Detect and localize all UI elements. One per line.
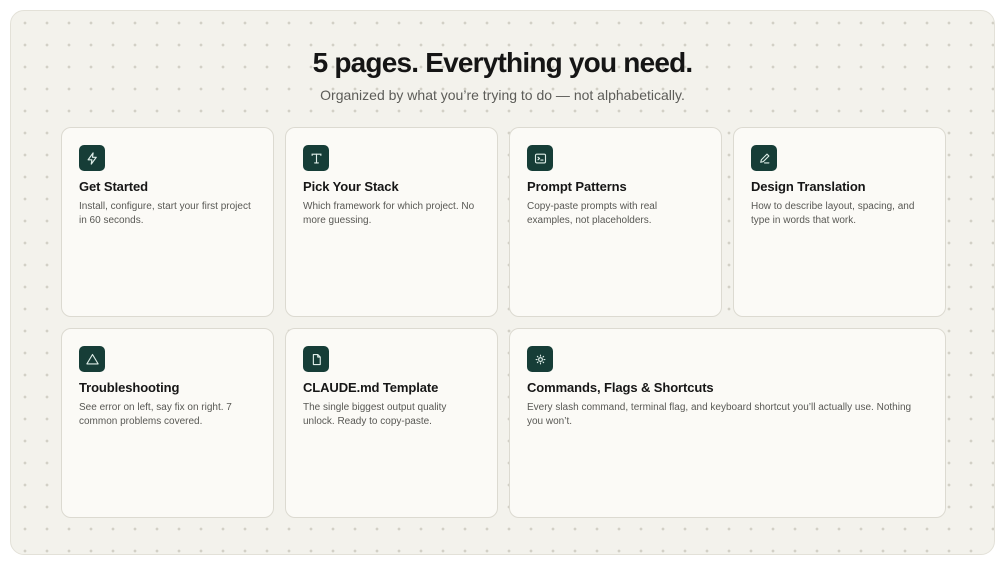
card-title: Commands, Flags & Shortcuts bbox=[527, 380, 714, 395]
card-pick-your-stack[interactable]: Pick Your Stack Which framework for whic… bbox=[285, 127, 498, 317]
card-description: The single biggest output quality unlock… bbox=[303, 402, 447, 427]
card-get-started[interactable]: Get Started Install, configure, start yo… bbox=[61, 127, 274, 317]
card-description: How to describe layout, spacing, and typ… bbox=[751, 201, 915, 226]
card-design-translation[interactable]: Design Translation How to describe layou… bbox=[733, 127, 946, 317]
file-icon bbox=[303, 346, 329, 372]
card-description: Which framework for which project. No mo… bbox=[303, 201, 475, 226]
card-description: See error on left, say fix on right. 7 c… bbox=[79, 402, 232, 427]
card-title: Get Started bbox=[79, 179, 148, 194]
card-prompt-patterns[interactable]: Prompt Patterns Copy-paste prompts with … bbox=[509, 127, 722, 317]
card-troubleshooting[interactable]: Troubleshooting See error on left, say f… bbox=[61, 328, 274, 518]
page-title: 5 pages. Everything you need. bbox=[312, 47, 694, 78]
card-title: Prompt Patterns bbox=[527, 179, 627, 194]
card-description: Every slash command, terminal flag, and … bbox=[527, 402, 912, 427]
card-claude-md-template[interactable]: CLAUDE.md Template The single biggest ou… bbox=[285, 328, 498, 518]
card-title: CLAUDE.md Template bbox=[303, 380, 439, 395]
card-commands-flags-shortcuts[interactable]: Commands, Flags & Shortcuts Every slash … bbox=[509, 328, 946, 518]
pen-icon bbox=[751, 145, 777, 171]
card-description: Install, configure, start your first pro… bbox=[79, 201, 251, 226]
type-icon bbox=[303, 145, 329, 171]
card-description: Copy-paste prompts with real examples, n… bbox=[527, 201, 658, 226]
lightning-bolt-icon bbox=[79, 145, 105, 171]
card-title: Design Translation bbox=[751, 179, 866, 194]
sun-icon bbox=[527, 346, 553, 372]
page-subtitle: Organized by what you’re trying to do — … bbox=[320, 87, 685, 103]
card-title: Troubleshooting bbox=[79, 380, 180, 395]
terminal-icon bbox=[527, 145, 553, 171]
warning-triangle-icon bbox=[79, 346, 105, 372]
page-frame: 5 pages. Everything you need. Organized … bbox=[10, 10, 995, 555]
card-title: Pick Your Stack bbox=[303, 179, 399, 194]
